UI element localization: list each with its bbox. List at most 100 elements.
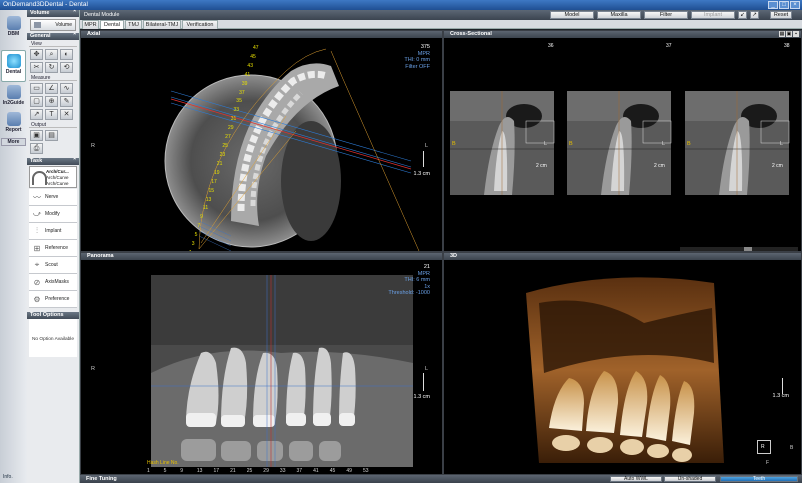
pan-icon[interactable]: ✥ [30, 49, 43, 60]
delete-measure-icon[interactable]: ✕ [60, 109, 73, 120]
panorama-title: Panorama [81, 253, 442, 260]
angle-icon[interactable]: ∠ [45, 83, 58, 94]
slice-l-label-1: L [544, 141, 548, 147]
panorama-scale: 1.3 cm [413, 394, 430, 400]
hash-line-number: 41 [313, 468, 319, 474]
tool-options-header: Tool Options [27, 312, 79, 319]
info-button[interactable]: Info. [3, 474, 13, 480]
tab-verification[interactable]: Verification [182, 20, 218, 29]
axial-number: 9 [200, 214, 203, 221]
preference-icon: ⚙ [33, 294, 41, 304]
hash-line-number: 25 [246, 468, 253, 474]
auto-wwl-button[interactable]: Auto WWL [610, 476, 662, 482]
vr3d-view[interactable]: 3D 1.3 cm R B F [443, 252, 802, 475]
module-toolbar: Dental Module Model Maxilla Filter Impla… [80, 10, 802, 20]
module-dbm[interactable]: DBM [1, 16, 26, 37]
axial-number: 37 [239, 89, 245, 96]
hash-line-number: 1 [147, 468, 150, 474]
text-icon[interactable]: T [45, 109, 58, 120]
minimize-icon[interactable]: _ [768, 1, 778, 9]
hash-line-numbers: 1 5 9 13 17 21 25 29 33 37 41 45 49 53 [81, 467, 442, 474]
tool-options-body: No Option Available [29, 319, 77, 357]
tab-mpr[interactable]: MPR [82, 20, 99, 29]
tab-tmj[interactable]: TMJ [125, 20, 142, 29]
teeth-button[interactable]: Teeth [720, 476, 798, 482]
task-nerve[interactable]: 〰 Nerve [29, 189, 77, 206]
maxilla-button[interactable]: Maxilla [597, 11, 641, 19]
ruler-icon[interactable]: ▭ [30, 83, 43, 94]
reset-view-icon[interactable]: ⟲ [60, 62, 73, 73]
task-header: Task ⌃ [27, 158, 79, 165]
unshaded-button[interactable]: Un-shaded [664, 476, 716, 482]
axial-scale: 1.3 cm [413, 171, 430, 177]
note-icon[interactable]: ✎ [60, 96, 73, 107]
module-more[interactable]: More [1, 138, 26, 146]
tab-dental[interactable]: Dental [100, 20, 124, 29]
axial-number: 19 [214, 169, 220, 176]
cross-sectional-view[interactable]: Cross-Sectional ▦ ▣ ▪ 36 37 38 B L B L B… [443, 30, 802, 252]
task-implant[interactable]: ⫶ Implant [29, 223, 77, 240]
axial-number: 35 [236, 98, 242, 105]
arch-curve-task[interactable]: Arch/Cur... Arch/Curve Arch/Curve [29, 166, 77, 188]
grid-layout-icon[interactable]: ▦ [779, 31, 785, 37]
area-icon[interactable]: ▢ [30, 96, 43, 107]
more-layout-icon[interactable]: ▪ [793, 31, 799, 37]
print-icon[interactable]: ⎙ [30, 143, 43, 154]
reset-button[interactable]: Reset [770, 11, 792, 19]
maximize-icon[interactable]: □ [779, 1, 789, 9]
profile-icon[interactable]: ⊕ [45, 96, 58, 107]
output-group-label: Output [29, 122, 77, 128]
module-report[interactable]: Report [1, 112, 26, 133]
slice-l-label-3: L [780, 141, 784, 147]
layout-icon[interactable]: ↙ [738, 11, 747, 19]
measure-group-label: Measure [29, 75, 77, 81]
task-modify[interactable]: ⤻ Modify [29, 206, 77, 223]
axial-number: 15 [208, 187, 215, 194]
orientation-f: F [766, 460, 770, 466]
window-level-icon[interactable]: ◐ [60, 49, 73, 60]
axial-number: 31 [230, 116, 237, 123]
tab-bilateral-tmj[interactable]: Bilateral-TMJ [143, 20, 181, 29]
axial-number: 21 [216, 160, 223, 167]
task-scout[interactable]: ⌖ Scout [29, 257, 77, 274]
implant-button[interactable]: Implant [691, 11, 735, 19]
collapse-icon[interactable]: ⌃ [72, 33, 77, 40]
task-preference[interactable]: ⚙ Preference [29, 291, 77, 308]
single-layout-icon[interactable]: ▣ [786, 31, 792, 37]
capture-icon[interactable]: ▣ [30, 130, 43, 141]
module-in2guide[interactable]: In2Guide [1, 85, 26, 106]
slice-number-3: 38 [784, 43, 790, 49]
curve-measure-icon[interactable]: ∿ [60, 83, 73, 94]
axial-number: 7 [197, 223, 201, 230]
close-icon[interactable]: × [790, 1, 800, 9]
collapse-icon[interactable]: ⌃ [72, 10, 77, 17]
model-button[interactable]: Model [550, 11, 594, 19]
collapse-icon[interactable]: ⌃ [72, 158, 77, 165]
orientation-cube[interactable]: R [757, 440, 771, 454]
volume-button[interactable]: Volume [30, 19, 76, 31]
arrow-icon[interactable]: ↗ [30, 109, 43, 120]
hash-line-number: 9 [180, 468, 183, 474]
panorama-view[interactable]: Panorama 21 MPR THI: 6 mm 1x Threshold: … [80, 252, 443, 475]
task-axismasks[interactable]: ⊘ AxisMasks [29, 274, 77, 291]
cross-sectional-images [450, 90, 798, 251]
view-group-label: View [29, 41, 77, 47]
vr3d-title: 3D [444, 253, 801, 260]
rotate-icon[interactable]: ↻ [45, 62, 58, 73]
axial-view[interactable]: Axial 375 MPR THI: 0 mm Filter OFF 47 45 4… [80, 30, 443, 252]
slice-scale-3: 2 cm [772, 163, 783, 169]
task-reference[interactable]: ⊞ Reference [29, 240, 77, 257]
axial-number: 5 [194, 232, 198, 239]
expand-icon[interactable]: ↗ [750, 11, 759, 19]
orientation-b: B [790, 445, 794, 451]
axial-number: 41 [244, 71, 251, 78]
slice-number-1: 36 [548, 43, 554, 49]
zoom-icon[interactable]: ⌕ [45, 49, 58, 60]
module-sidebar: DBM Dental In2Guide Report More Info. [0, 10, 27, 483]
movie-icon[interactable]: ▤ [45, 130, 58, 141]
axial-number: 33 [233, 107, 240, 114]
crop-icon[interactable]: ✂ [30, 62, 43, 73]
filter-button[interactable]: Filter [644, 11, 688, 19]
module-dental[interactable]: Dental [1, 50, 26, 82]
hash-line-number: 53 [363, 468, 369, 474]
